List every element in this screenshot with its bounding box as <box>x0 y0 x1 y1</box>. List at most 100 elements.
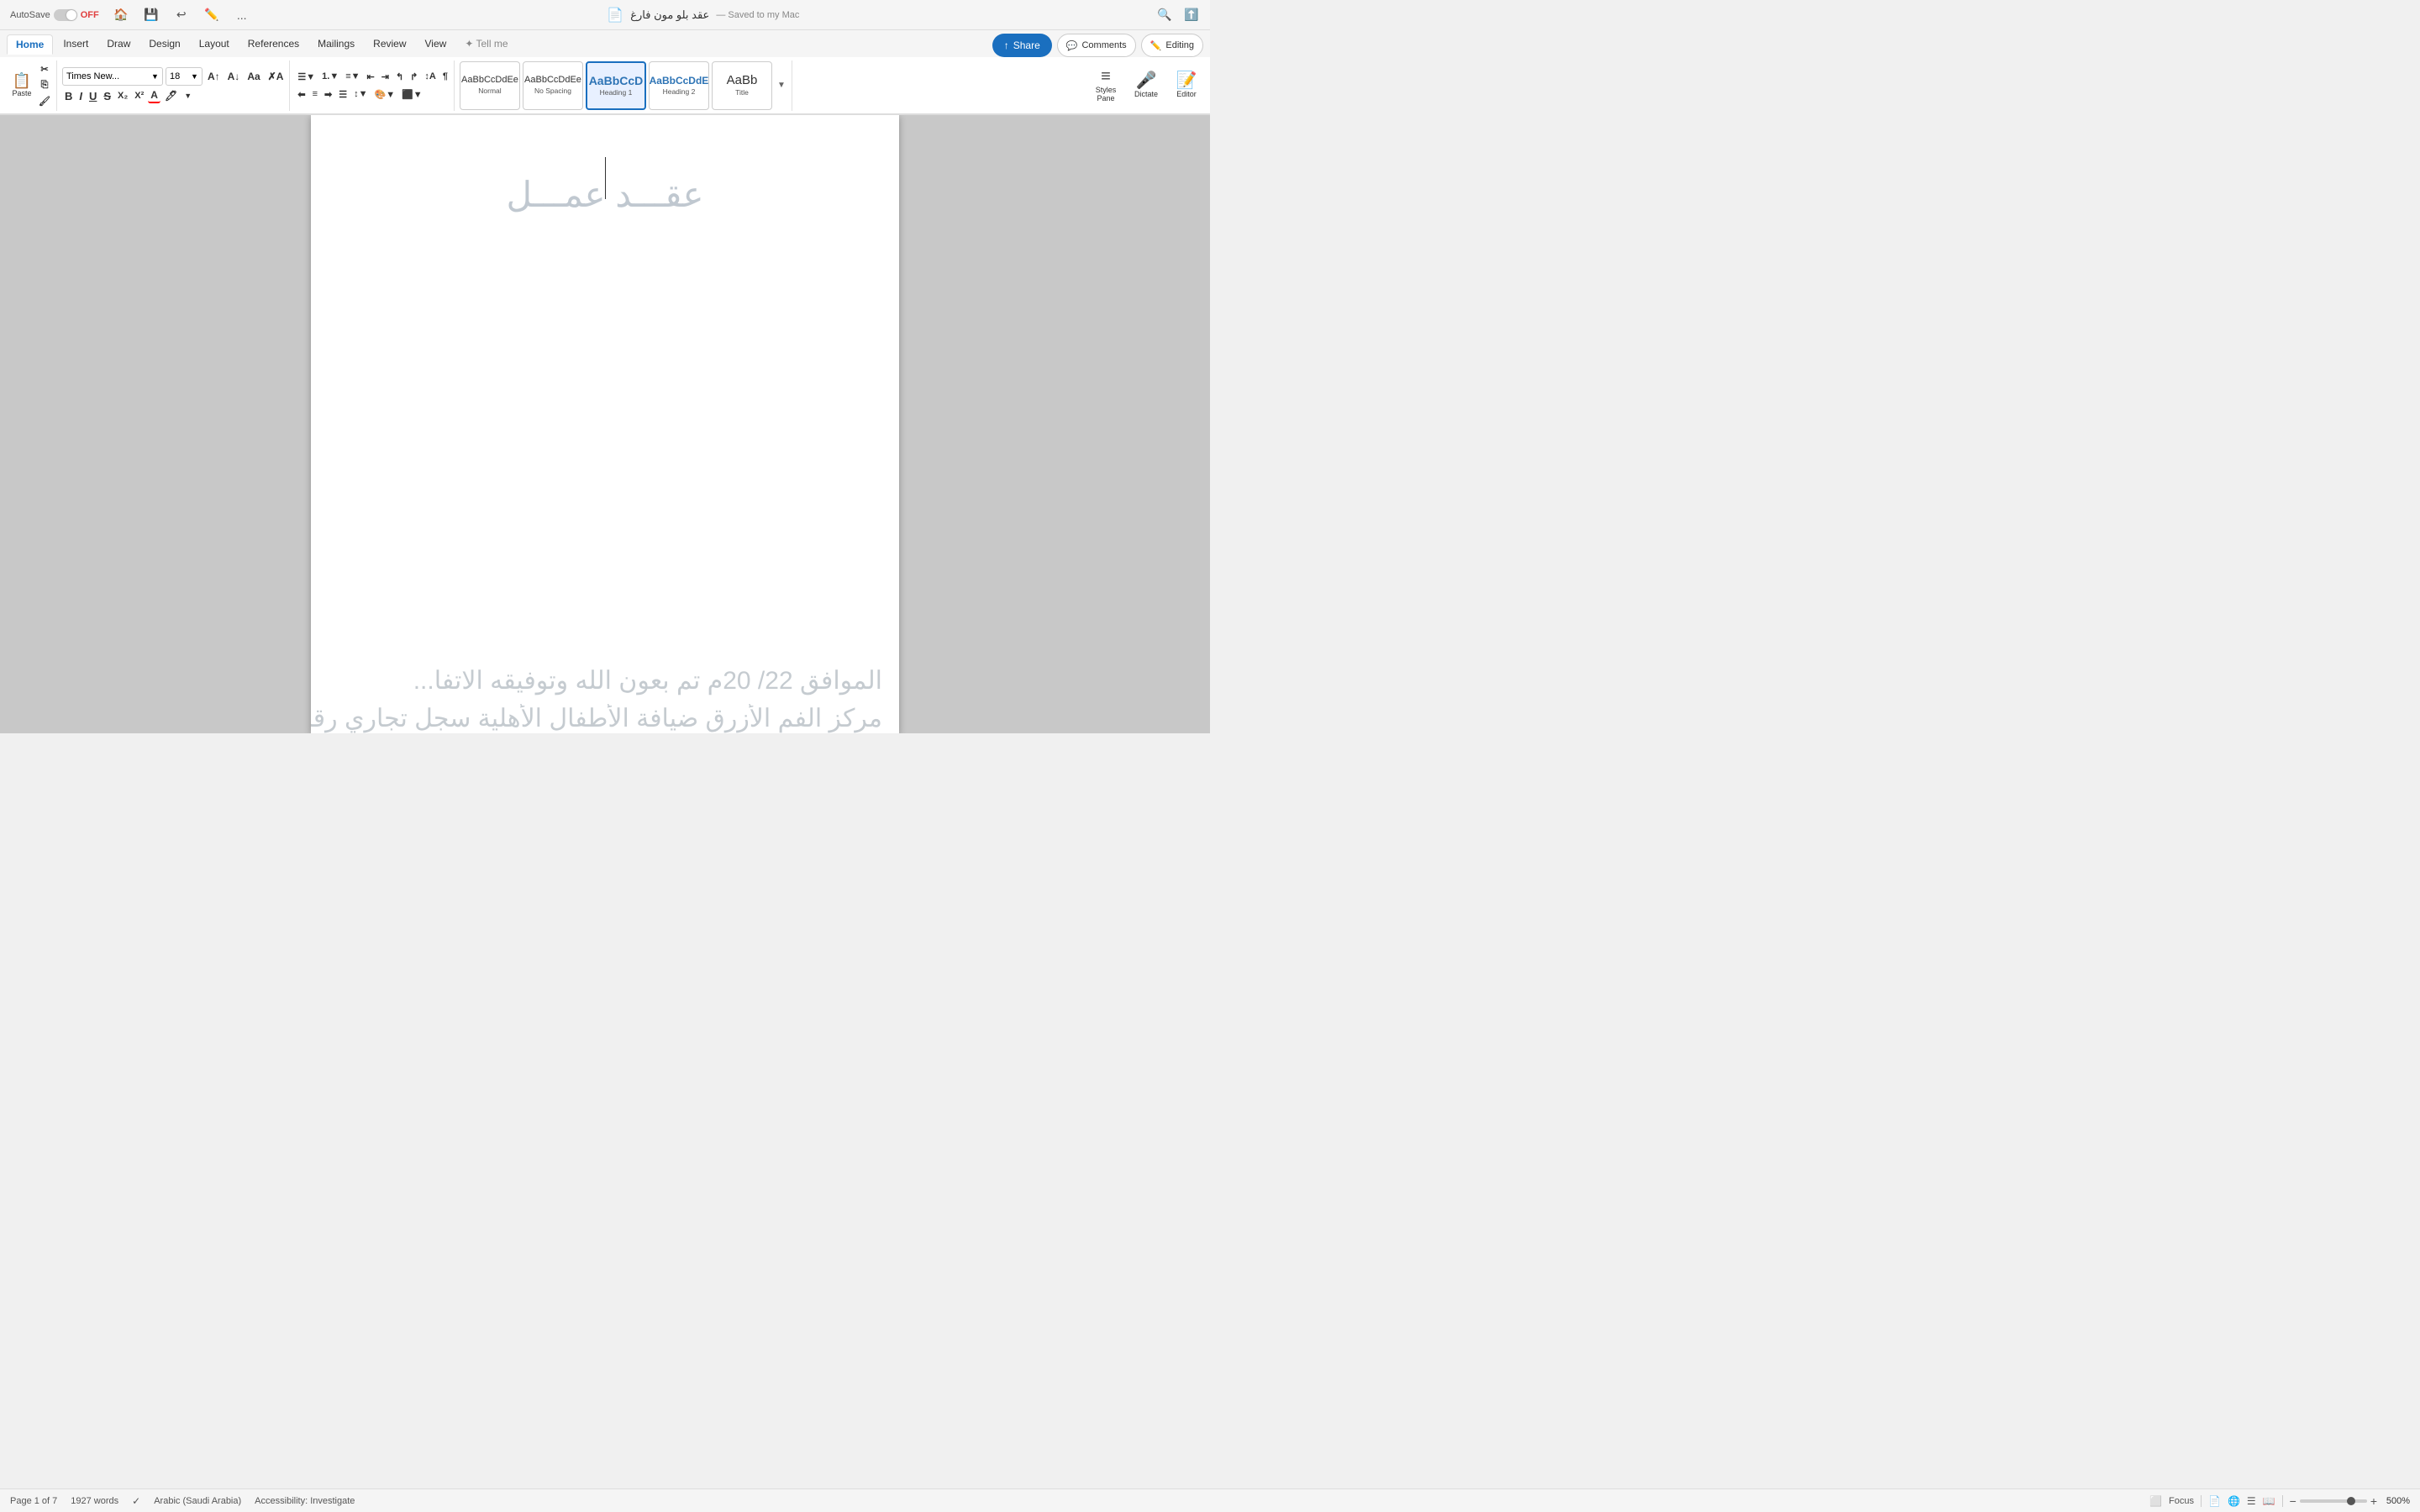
text-color-button[interactable]: A <box>148 88 160 103</box>
titlebar: AutoSave OFF 🏠 💾 ↩ ✏️ ... 📄 عقد بلو مون … <box>0 0 1210 30</box>
tab-references[interactable]: References <box>239 34 308 53</box>
italic-button[interactable]: I <box>76 88 85 103</box>
language-label[interactable]: Arabic (Saudi Arabia) <box>154 1496 241 1506</box>
reading-view-icon[interactable]: 📖 <box>2263 1495 2275 1507</box>
font-size-selector[interactable]: 18 ▼ <box>166 67 203 86</box>
font-name-selector[interactable]: Times New... ▼ <box>62 67 163 86</box>
underline-button[interactable]: U <box>87 88 99 103</box>
align-right-button[interactable]: ➡ <box>322 87 334 102</box>
tab-tell-me[interactable]: ✦ Tell me <box>456 34 516 53</box>
document-page[interactable]: عقـــد عمـــل الموافق 22/ 20م تم بعون ال… <box>311 115 899 733</box>
home-icon[interactable]: 🏠 <box>113 7 129 24</box>
strikethrough-button[interactable]: S <box>101 88 113 103</box>
styles-pane-button[interactable]: ≡ StylesPane <box>1087 63 1124 108</box>
cut-button[interactable]: ✂ <box>36 62 53 77</box>
search-icon[interactable]: 🔍 <box>1156 7 1173 24</box>
save-icon[interactable]: 💾 <box>143 7 160 24</box>
style-title-preview: AaBb <box>727 74 758 87</box>
styles-more-chevron[interactable]: ▼ <box>775 63 788 108</box>
font-name-label: Times New... <box>66 71 148 81</box>
zoom-slider-thumb <box>2347 1497 2355 1505</box>
style-normal[interactable]: AaBbCcDdEe Normal <box>460 61 520 110</box>
paste-icon: 📋 <box>13 73 31 88</box>
multilevel-list-button[interactable]: ≡▼ <box>343 69 362 84</box>
tab-design[interactable]: Design <box>140 34 188 53</box>
superscript-button[interactable]: X² <box>132 88 146 103</box>
comments-button[interactable]: 💬 Comments <box>1057 34 1136 57</box>
font-color-dropdown[interactable]: ▼ <box>182 88 194 103</box>
focus-label[interactable]: Focus <box>2169 1496 2194 1506</box>
autosave-control[interactable]: AutoSave OFF <box>10 9 99 21</box>
zoom-in-button[interactable]: + <box>2370 1494 2377 1508</box>
autosave-toggle-knob <box>66 10 76 20</box>
share-title-icon[interactable]: ⬆️ <box>1183 7 1200 24</box>
style-no-spacing[interactable]: AaBbCcDdEe No Spacing <box>523 61 583 110</box>
style-normal-label: Normal <box>478 87 501 95</box>
zoom-level-label: 500% <box>2381 1496 2410 1506</box>
outline-view-icon[interactable]: ☰ <box>2247 1495 2256 1507</box>
tab-insert[interactable]: Insert <box>55 34 97 53</box>
pencil-icon[interactable]: ✏️ <box>203 7 220 24</box>
share-icon: ↑ <box>1004 39 1009 51</box>
tab-draw[interactable]: Draw <box>98 34 139 53</box>
tab-review[interactable]: Review <box>365 34 414 53</box>
arabic-line1: الموافق 22/ 20م تم بعون الله وتوفيقه الا… <box>311 666 899 696</box>
arabic-line2: مركز الفم الأزرق ضيافة الأطفال الأهلية س… <box>311 704 899 733</box>
borders-button[interactable]: ⬛▼ <box>399 87 425 102</box>
ltr-button[interactable]: ↱ <box>408 69 420 84</box>
tab-view[interactable]: View <box>417 34 455 53</box>
print-layout-icon[interactable]: 📄 <box>2208 1495 2221 1507</box>
subscript-button[interactable]: X₂ <box>115 88 130 103</box>
style-heading1[interactable]: AaBbCcD Heading 1 <box>586 61 646 110</box>
align-center-button[interactable]: ≡ <box>310 87 320 102</box>
accessibility-label[interactable]: Accessibility: Investigate <box>255 1496 355 1506</box>
style-title[interactable]: AaBb Title <box>712 61 772 110</box>
dictate-button[interactable]: 🎤 Dictate <box>1128 63 1165 108</box>
bullets-button[interactable]: ☰▼ <box>295 69 318 84</box>
tab-home[interactable]: Home <box>7 34 53 55</box>
statusbar-right: ⬜ Focus 📄 🌐 ☰ 📖 − + 500% <box>2149 1494 2410 1508</box>
clear-format-button[interactable]: ✗A <box>266 69 287 84</box>
share-button[interactable]: ↑ Share <box>992 34 1052 57</box>
text-highlight-button[interactable]: 🖊 <box>162 88 180 103</box>
spellcheck-icon[interactable]: ✓ <box>132 1495 140 1507</box>
font-decrease-button[interactable]: A↓ <box>225 69 243 84</box>
line-spacing-button[interactable]: ↕▼ <box>351 87 370 102</box>
decrease-indent-button[interactable]: ⇤ <box>365 69 377 84</box>
focus-icon[interactable]: ⬜ <box>2149 1495 2162 1507</box>
editor-button[interactable]: 📝 Editor <box>1168 63 1205 108</box>
copy-button[interactable]: ⎘ <box>36 78 53 93</box>
statusbar: Page 1 of 7 1927 words ✓ Arabic (Saudi A… <box>0 1488 2420 1512</box>
paste-button[interactable]: 📋 Paste <box>8 63 35 108</box>
font-increase-button[interactable]: A↑ <box>205 69 223 84</box>
autosave-state: OFF <box>81 10 99 20</box>
shading-button[interactable]: 🎨▼ <box>372 87 398 102</box>
justify-button[interactable]: ☰ <box>336 87 350 102</box>
web-layout-icon[interactable]: 🌐 <box>2228 1495 2240 1507</box>
document-area: عقـــد عمـــل الموافق 22/ 20م تم بعون ال… <box>0 115 1210 733</box>
zoom-slider[interactable] <box>2300 1499 2367 1503</box>
numbering-button[interactable]: 1.▼ <box>319 69 341 84</box>
more-icon[interactable]: ... <box>234 7 250 24</box>
align-left-button[interactable]: ⬅ <box>295 87 308 102</box>
show-para-button[interactable]: ¶ <box>440 69 450 84</box>
zoom-out-button[interactable]: − <box>2290 1494 2296 1508</box>
titlebar-right: 🔍 ⬆️ <box>1156 7 1200 24</box>
ribbon: Home Insert Draw Design Layout Reference… <box>0 30 1210 115</box>
format-painter-button[interactable]: 🖌 <box>36 94 53 109</box>
undo-icon[interactable]: ↩ <box>173 7 190 24</box>
font-group: Times New... ▼ 18 ▼ A↑ A↓ Aa ✗A B I U S … <box>59 60 290 111</box>
autosave-toggle[interactable] <box>54 9 77 21</box>
tab-mailings[interactable]: Mailings <box>309 34 363 53</box>
bold-button[interactable]: B <box>62 88 75 103</box>
rtl-button[interactable]: ↰ <box>393 69 406 84</box>
editing-button[interactable]: ✏️ Editing <box>1141 34 1203 57</box>
style-heading2[interactable]: AaBbCcDdE Heading 2 <box>649 61 709 110</box>
style-normal-preview: AaBbCcDdEe <box>461 76 518 85</box>
sort-button[interactable]: ↕A <box>422 69 438 84</box>
change-case-button[interactable]: Aa <box>245 69 262 84</box>
increase-indent-button[interactable]: ⇥ <box>379 69 392 84</box>
edit-icon: ✏️ <box>1150 40 1162 51</box>
tab-layout[interactable]: Layout <box>191 34 238 53</box>
saved-label: — Saved to my Mac <box>716 10 799 20</box>
